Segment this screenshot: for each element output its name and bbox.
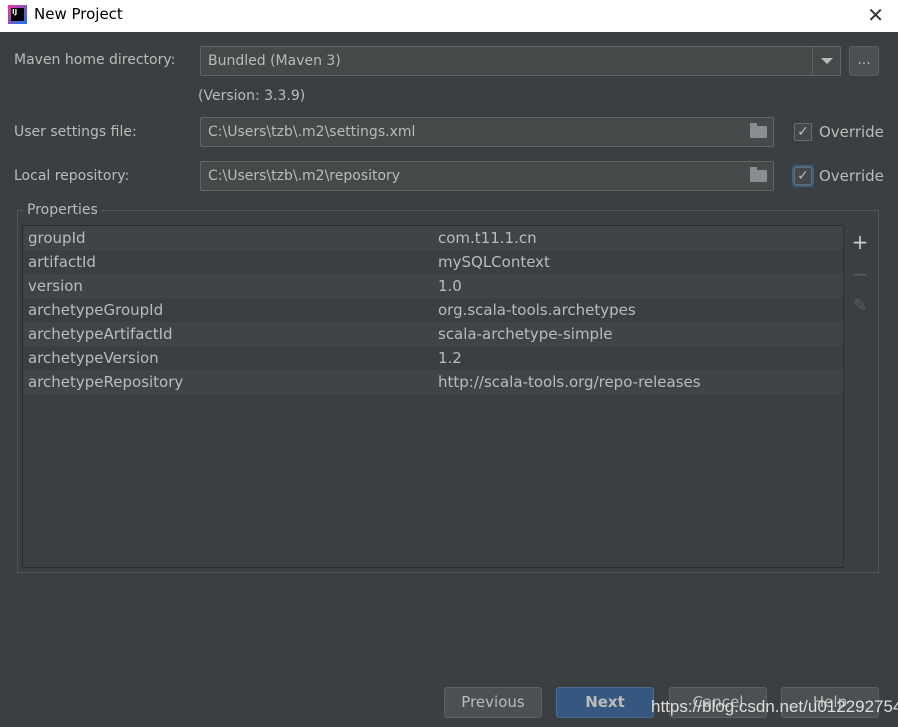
intellij-logo-icon: IJ (8, 5, 27, 24)
browse-maven-button[interactable]: ... (849, 46, 879, 76)
user-settings-override-checkbox[interactable]: ✓ (794, 123, 812, 141)
maven-home-combo[interactable]: Bundled (Maven 3) (200, 46, 841, 76)
local-repo-override-checkbox[interactable]: ✓ (792, 165, 814, 187)
maven-home-label: Maven home directory: (14, 52, 176, 68)
property-value[interactable]: 1.2 (438, 346, 462, 370)
property-key: archetypeGroupId (28, 301, 164, 319)
remove-icon[interactable]: − (850, 264, 870, 284)
user-settings-label: User settings file: (14, 124, 137, 140)
local-repo-input[interactable]: C:\Users\tzb\.m2\repository (200, 161, 774, 191)
maven-home-value: Bundled (Maven 3) (208, 53, 341, 69)
property-key: archetypeArtifactId (28, 325, 173, 343)
table-row[interactable]: archetypeVersion 1.2 (23, 346, 843, 370)
table-row[interactable]: artifactId mySQLContext (23, 250, 843, 274)
edit-icon[interactable]: ✎ (850, 296, 870, 316)
maven-version: (Version: 3.3.9) (198, 88, 306, 104)
close-icon[interactable]: ✕ (867, 3, 884, 27)
watermark: https://blog.csdn.net/u012292754 (651, 697, 898, 716)
table-row[interactable]: version 1.0 (23, 274, 843, 298)
property-value[interactable]: org.scala-tools.archetypes (438, 298, 636, 322)
properties-table[interactable]: groupId com.t11.1.cn artifactId mySQLConte… (22, 225, 844, 568)
property-value[interactable]: http://scala-tools.org/repo-releases (438, 370, 701, 394)
local-repo-value: C:\Users\tzb\.m2\repository (208, 168, 401, 184)
override-label: Override (819, 123, 884, 141)
add-icon[interactable]: + (850, 232, 870, 252)
chevron-down-icon[interactable] (812, 47, 840, 75)
property-key: version (28, 277, 83, 295)
property-value[interactable]: 1.0 (438, 274, 462, 298)
next-button[interactable]: Next (556, 687, 654, 718)
property-value[interactable]: mySQLContext (438, 250, 550, 274)
folder-icon[interactable] (750, 123, 767, 138)
properties-toolbar: + − ✎ (843, 225, 875, 568)
property-key: groupId (28, 229, 86, 247)
properties-title: Properties (24, 202, 101, 218)
property-key: artifactId (28, 253, 96, 271)
user-settings-value: C:\Users\tzb\.m2\settings.xml (208, 124, 416, 140)
property-key: archetypeRepository (28, 373, 184, 391)
table-row[interactable]: archetypeArtifactId scala-archetype-simpl… (23, 322, 843, 346)
table-row[interactable]: archetypeGroupId org.scala-tools.archetyp… (23, 298, 843, 322)
table-row[interactable]: groupId com.t11.1.cn (23, 226, 843, 250)
local-repo-label: Local repository: (14, 168, 130, 184)
previous-button[interactable]: Previous (444, 687, 542, 718)
folder-icon[interactable] (750, 167, 767, 182)
property-value[interactable]: scala-archetype-simple (438, 322, 612, 346)
override-label: Override (819, 167, 884, 185)
window-title: New Project (34, 5, 123, 23)
property-value[interactable]: com.t11.1.cn (438, 226, 537, 250)
title-bar: IJ New Project ✕ (0, 0, 898, 32)
property-key: archetypeVersion (28, 349, 159, 367)
user-settings-input[interactable]: C:\Users\tzb\.m2\settings.xml (200, 117, 774, 147)
table-row[interactable]: archetypeRepository http://scala-tools.or… (23, 370, 843, 394)
